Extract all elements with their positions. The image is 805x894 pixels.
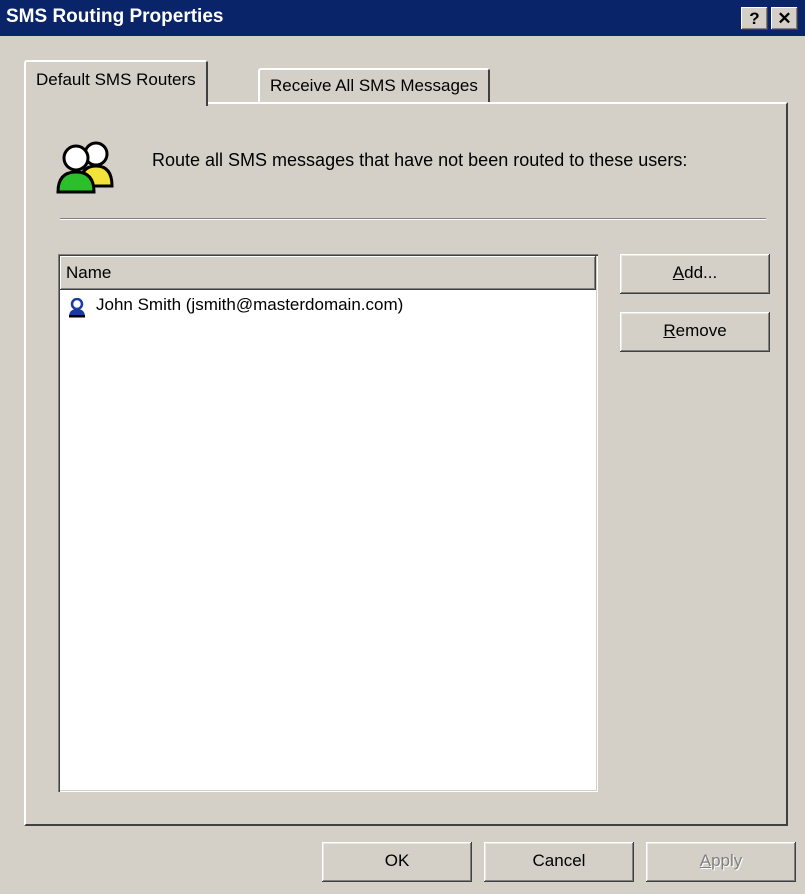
add-button[interactable]: Add... — [620, 254, 770, 294]
user-icon — [69, 298, 85, 318]
column-header-name[interactable]: Name — [60, 256, 596, 290]
title-bar[interactable]: SMS Routing Properties ? ✕ — [0, 0, 805, 36]
users-group-icon — [56, 141, 114, 194]
description-text: Route all SMS messages that have not bee… — [152, 150, 688, 170]
window-title: SMS Routing Properties — [6, 6, 224, 27]
tab-default-sms-routers[interactable]: Default SMS Routers — [24, 60, 208, 106]
separator — [60, 218, 766, 220]
tab-panel: Route all SMS messages that have not bee… — [24, 102, 788, 826]
dialog-window: SMS Routing Properties ? ✕ Default SMS R… — [0, 0, 805, 894]
help-button[interactable]: ? — [741, 7, 768, 30]
apply-button[interactable]: Apply — [646, 842, 796, 882]
close-button[interactable]: ✕ — [771, 7, 798, 30]
cancel-button[interactable]: Cancel — [484, 842, 634, 882]
remove-button[interactable]: Remove — [620, 312, 770, 352]
list-item-label: John Smith (jsmith@masterdomain.com) — [96, 295, 404, 314]
close-icon: ✕ — [777, 9, 792, 28]
ok-button[interactable]: OK — [322, 842, 472, 882]
routers-list[interactable]: Name John Smith (jsmith@masterdomain.com… — [58, 254, 598, 792]
tab-receive-all-sms-messages[interactable]: Receive All SMS Messages — [258, 68, 490, 104]
list-item[interactable]: John Smith (jsmith@masterdomain.com) — [62, 294, 582, 320]
help-icon: ? — [749, 9, 760, 28]
